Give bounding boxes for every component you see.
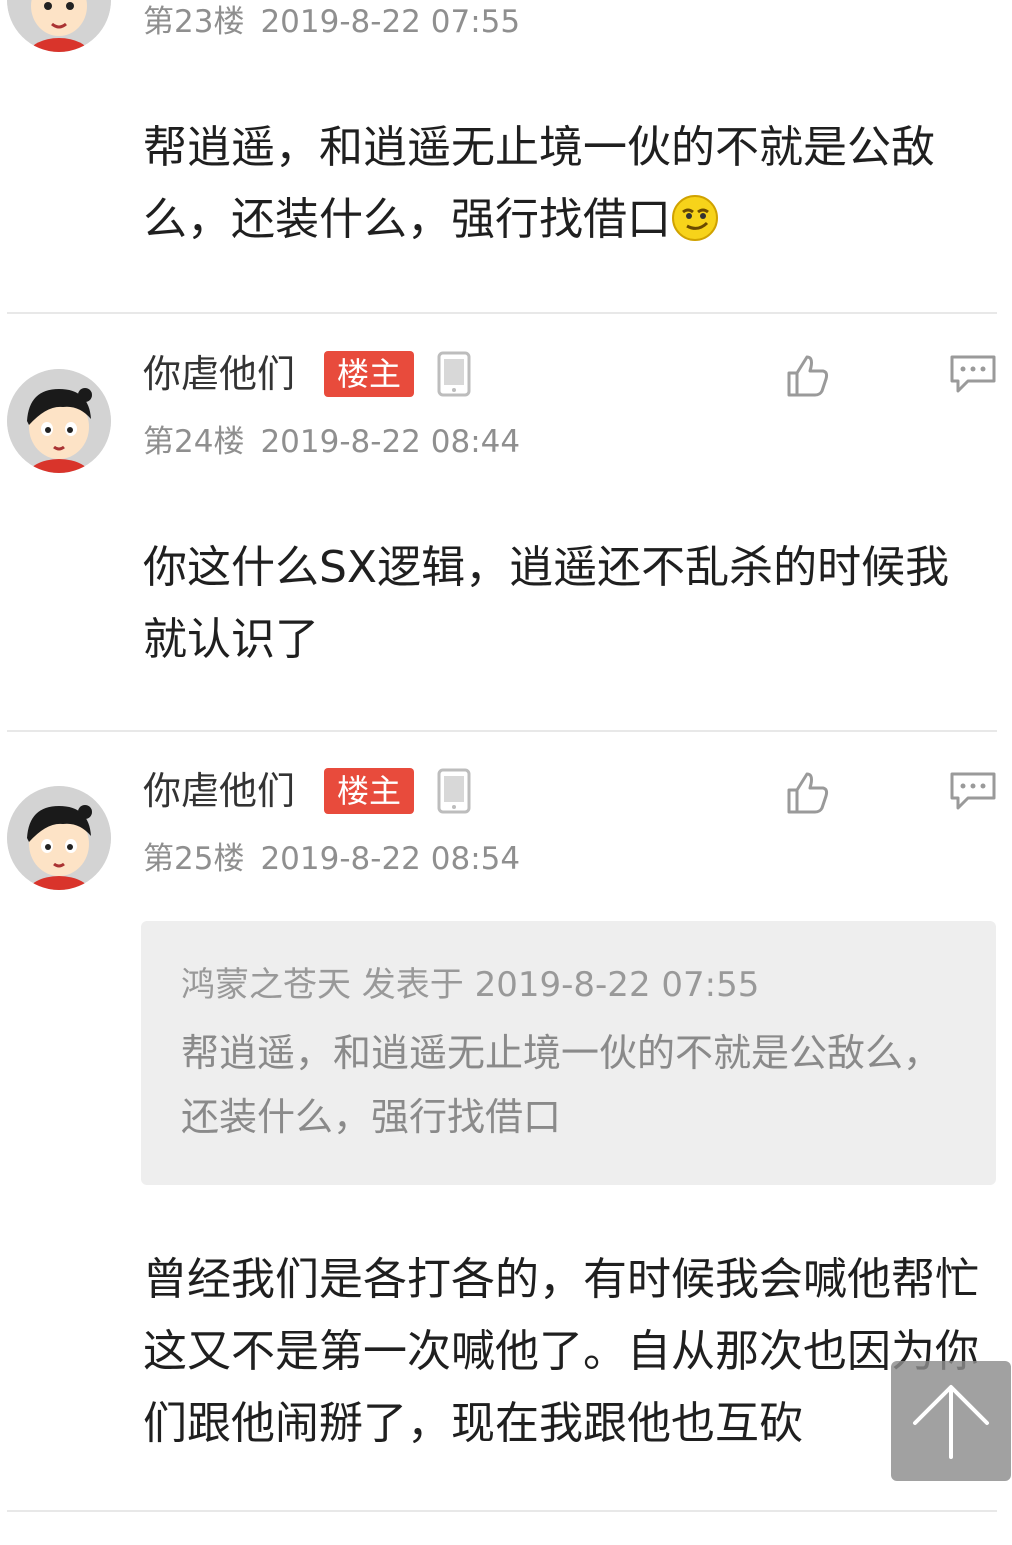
avatar[interactable] xyxy=(7,786,111,890)
post-divider xyxy=(7,312,997,314)
avatar-boy-icon xyxy=(7,786,111,890)
post-time: 2019-8-22 07:55 xyxy=(260,4,521,40)
phone-icon xyxy=(437,351,471,397)
bottom-divider xyxy=(7,1510,997,1512)
post-time: 2019-8-22 08:54 xyxy=(260,841,521,877)
comment-icon[interactable] xyxy=(948,768,998,814)
post-content: 你这什么SX逻辑，逍遥还不乱杀的时候我就认识了 xyxy=(143,542,950,665)
op-badge: 楼主 xyxy=(324,351,414,397)
quoted-post[interactable]: 鸿蒙之苍天 发表于 2019-8-22 07:55 帮逍遥，和逍遥无止境一伙的不… xyxy=(141,921,996,1185)
comment-icon[interactable] xyxy=(948,351,998,397)
back-to-top-button[interactable] xyxy=(891,1361,1011,1481)
floor-number: 第25楼 xyxy=(143,841,245,877)
post-time: 2019-8-22 08:44 xyxy=(260,424,521,460)
post-divider xyxy=(7,730,997,732)
username[interactable]: 你虐他们 xyxy=(143,768,295,814)
thumbs-up-icon[interactable] xyxy=(785,353,831,399)
post-content: 曾经我们是各打各的，有时候我会喊他帮忙这又不是第一次喊他了。自从那次也因为你们跟… xyxy=(143,1254,979,1449)
thumbs-up-icon[interactable] xyxy=(785,770,831,816)
smirk-emoji-icon xyxy=(672,195,718,241)
arrow-up-icon xyxy=(913,1385,989,1459)
floor-info: 第25楼 2019-8-22 08:54 xyxy=(143,839,520,879)
avatar-face-icon xyxy=(7,0,111,52)
floor-number: 第24楼 xyxy=(143,424,245,460)
post-content: 帮逍遥，和逍遥无止境一伙的不就是公敌么，还装什么，强行找借口 xyxy=(143,112,988,256)
avatar[interactable] xyxy=(7,0,111,52)
quote-text: 帮逍遥，和逍遥无止境一伙的不就是公敌么，还装什么，强行找借口 xyxy=(181,1031,942,1139)
floor-info: 第23楼 2019-8-22 07:55 xyxy=(143,2,520,42)
post-text: 帮逍遥，和逍遥无止境一伙的不就是公敌么，还装什么，强行找借口 xyxy=(143,122,935,245)
phone-icon xyxy=(437,768,471,814)
avatar-boy-icon xyxy=(7,369,111,473)
avatar[interactable] xyxy=(7,369,111,473)
floor-info: 第24楼 2019-8-22 08:44 xyxy=(143,422,520,462)
op-badge: 楼主 xyxy=(324,768,414,814)
username[interactable]: 你虐他们 xyxy=(143,351,295,397)
floor-number: 第23楼 xyxy=(143,4,245,40)
quote-meta: 鸿蒙之苍天 发表于 2019-8-22 07:55 xyxy=(181,965,760,1005)
